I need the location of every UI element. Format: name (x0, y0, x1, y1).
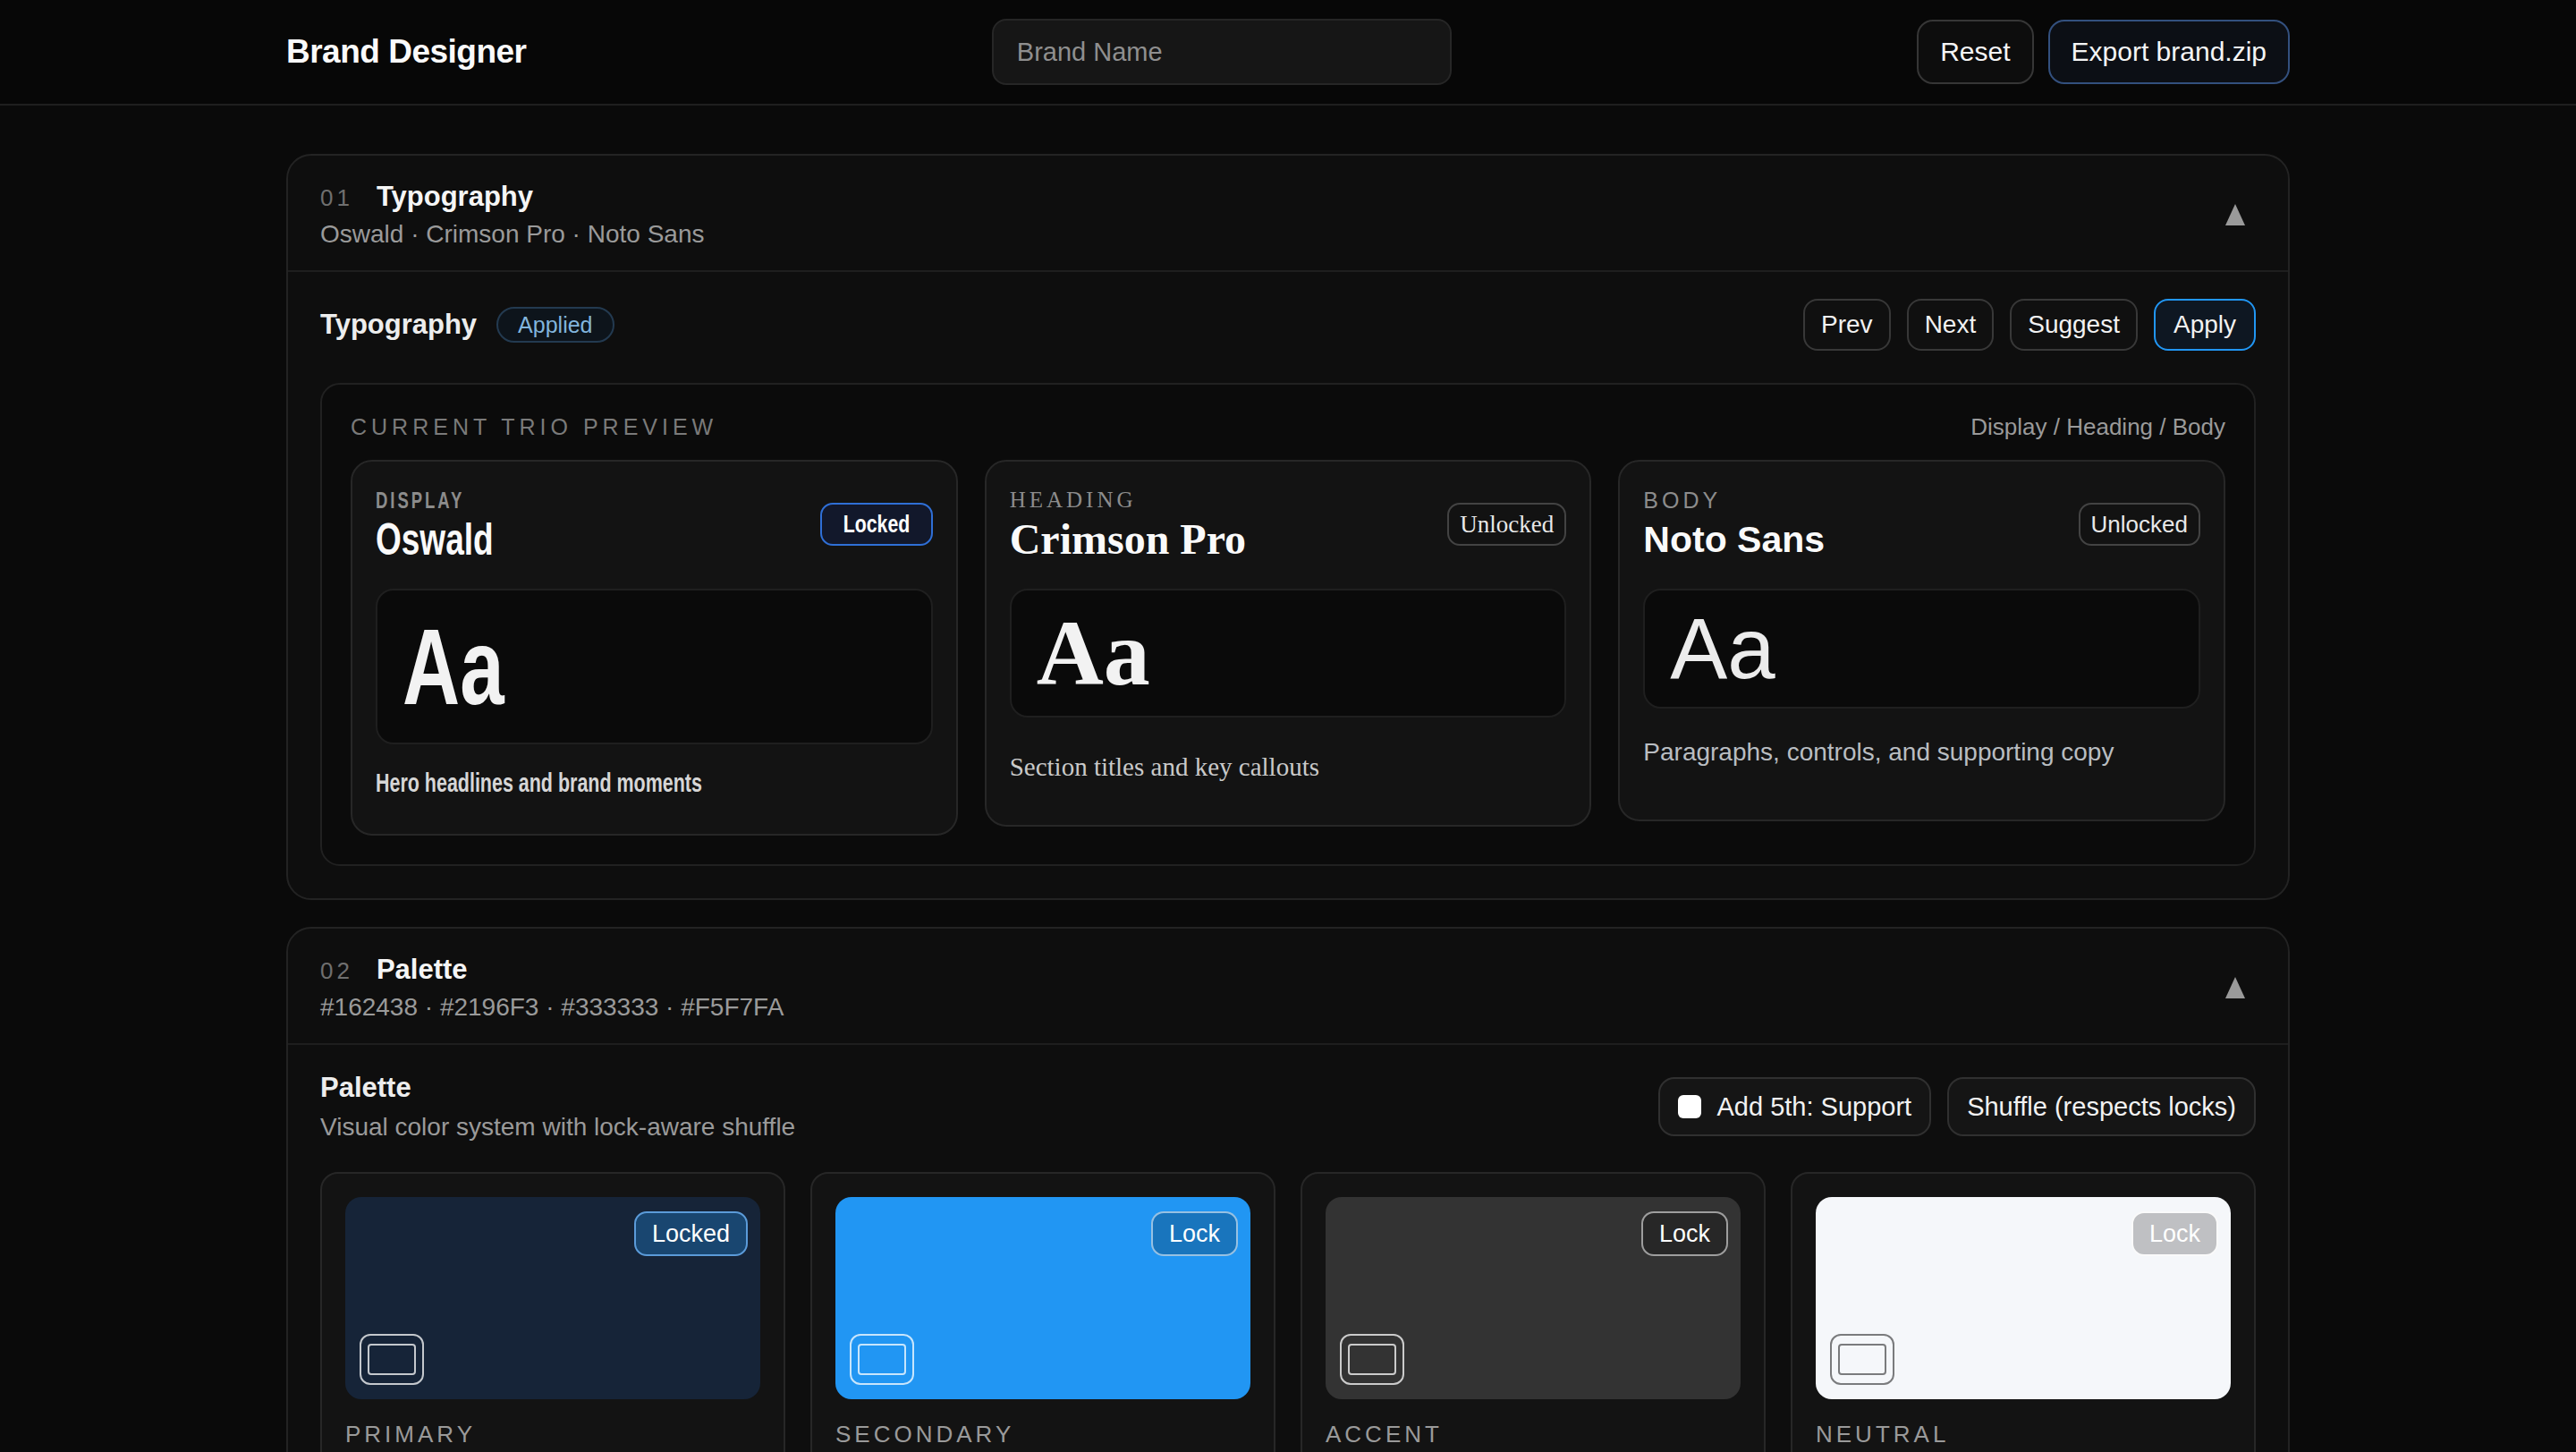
reset-button[interactable]: Reset (1917, 20, 2033, 84)
palette-subtitle: Visual color system with lock-aware shuf… (320, 1113, 795, 1142)
font-caption: Hero headlines and brand moments (376, 768, 788, 798)
font-card-display: DISPLAY Oswald Locked Aa Hero headlines … (351, 460, 958, 836)
font-role-label: DISPLAY (376, 488, 788, 512)
section-summary: #162438 · #2196F3 · #333333 · #F5F7FA (320, 993, 784, 1022)
swatch-card-primary: Locked PRIMARY (320, 1172, 785, 1452)
typography-section: 01 Typography Oswald · Crimson Pro · Not… (286, 154, 2290, 900)
swatch-accent[interactable]: Lock (1326, 1197, 1741, 1399)
add-5th-checkbox[interactable] (1678, 1095, 1701, 1118)
font-name: Oswald (376, 515, 788, 564)
next-button[interactable]: Next (1907, 299, 1995, 351)
section-title: Palette (377, 954, 468, 986)
trio-preview-panel: CURRENT TRIO PREVIEW Display / Heading /… (320, 383, 2256, 866)
font-caption: Paragraphs, controls, and supporting cop… (1643, 737, 2200, 768)
section-index: 01 (320, 184, 353, 212)
app-title: Brand Designer (286, 33, 527, 71)
apply-button[interactable]: Apply (2154, 299, 2256, 351)
swatch-lock-badge[interactable]: Lock (1641, 1211, 1728, 1256)
font-sample: Aa (1010, 589, 1567, 718)
typography-section-header[interactable]: 01 Typography Oswald · Crimson Pro · Not… (288, 156, 2288, 270)
swatch-neutral[interactable]: Lock (1816, 1197, 2231, 1399)
frame-icon (360, 1334, 424, 1385)
palette-section-header[interactable]: 02 Palette #162438 · #2196F3 · #333333 ·… (288, 929, 2288, 1043)
section-title: Typography (377, 181, 533, 213)
font-card-heading: HEADING Crimson Pro Unlocked Aa Section … (985, 460, 1592, 827)
swatch-card-accent: Lock ACCENT (1301, 1172, 1766, 1452)
lock-badge[interactable]: Locked (820, 503, 933, 546)
font-card-body: BODY Noto Sans Unlocked Aa Paragraphs, c… (1618, 460, 2225, 821)
applied-badge: Applied (496, 307, 614, 343)
lock-badge[interactable]: Unlocked (1447, 503, 1566, 546)
font-sample: Aa (376, 589, 933, 744)
frame-icon (1340, 1334, 1404, 1385)
swatch-label: NEUTRAL (1816, 1421, 2231, 1448)
font-caption: Section titles and key callouts (1010, 751, 1567, 782)
swatch-lock-badge[interactable]: Locked (634, 1211, 748, 1256)
shuffle-button-label: Shuffle (respects locks) (1967, 1092, 2236, 1122)
frame-icon (850, 1334, 914, 1385)
section-summary: Oswald · Crimson Pro · Noto Sans (320, 220, 704, 249)
frame-icon (1830, 1334, 1894, 1385)
trio-preview-heading: CURRENT TRIO PREVIEW (351, 414, 717, 440)
swatch-card-secondary: Lock SECONDARY (810, 1172, 1275, 1452)
palette-section-header-text: 02 Palette #162438 · #2196F3 · #333333 ·… (320, 954, 784, 1022)
app-header: Brand Designer Reset Export brand.zip (0, 0, 2576, 106)
trio-preview-legend: Display / Heading / Body (1970, 413, 2225, 441)
add-5th-toggle[interactable]: Add 5th: Support (1658, 1077, 1931, 1136)
swatch-lock-badge[interactable]: Lock (2131, 1211, 2218, 1256)
collapse-triangle-icon[interactable] (2225, 977, 2245, 998)
section-index: 02 (320, 957, 353, 985)
swatch-secondary[interactable]: Lock (835, 1197, 1250, 1399)
typography-panel-title: Typography (320, 309, 477, 341)
add-5th-label: Add 5th: Support (1716, 1092, 1911, 1122)
palette-section: 02 Palette #162438 · #2196F3 · #333333 ·… (286, 927, 2290, 1452)
swatch-label: ACCENT (1326, 1421, 1741, 1448)
font-sample: Aa (1643, 589, 2200, 709)
lock-badge[interactable]: Unlocked (2079, 503, 2200, 546)
swatch-primary[interactable]: Locked (345, 1197, 760, 1399)
palette-panel-title: Palette (320, 1072, 795, 1104)
swatch-lock-badge[interactable]: Lock (1151, 1211, 1238, 1256)
prev-button[interactable]: Prev (1803, 299, 1891, 351)
swatch-label: SECONDARY (835, 1421, 1250, 1448)
header-actions: Reset Export brand.zip (1917, 20, 2290, 84)
brand-name-input[interactable] (992, 19, 1452, 85)
swatch-card-neutral: Lock NEUTRAL (1791, 1172, 2256, 1452)
collapse-triangle-icon[interactable] (2225, 204, 2245, 225)
swatch-label: PRIMARY (345, 1421, 760, 1448)
shuffle-button[interactable]: Shuffle (respects locks) (1947, 1077, 2256, 1136)
export-button[interactable]: Export brand.zip (2048, 20, 2290, 84)
suggest-button[interactable]: Suggest (2010, 299, 2138, 351)
typography-section-header-text: 01 Typography Oswald · Crimson Pro · Not… (320, 181, 704, 249)
